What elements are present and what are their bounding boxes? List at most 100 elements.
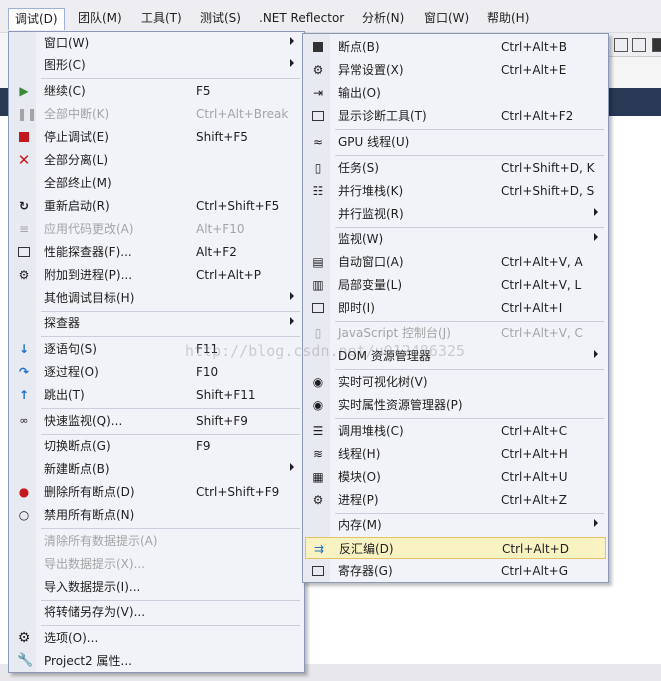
menu-item-label: 附加到进程(P)... (44, 268, 133, 282)
menu-item-options[interactable]: ⚙ 选项(O)... (11, 627, 302, 649)
menu-test[interactable]: 测试(S) (194, 8, 247, 30)
menu-item-live-property-explorer[interactable]: ◉ 实时属性资源管理器(P) (305, 394, 606, 416)
menu-item-processes[interactable]: ⚙ 进程(P) Ctrl+Alt+Z (305, 489, 606, 511)
menu-tools[interactable]: 工具(T) (135, 8, 188, 30)
diagnostic-tools-icon (311, 109, 325, 123)
menu-item-watch[interactable]: 监视(W) (305, 228, 606, 250)
menu-item-disassembly[interactable]: ⇉ 反汇编(D) Ctrl+Alt+D (305, 537, 606, 559)
menu-item-shortcut: Alt+F10 (196, 222, 245, 236)
menu-item-delete-all-breakpoints[interactable]: ● 删除所有断点(D) Ctrl+Shift+F9 (11, 481, 302, 503)
menu-item-step-over[interactable]: ↷ 逐过程(O) F10 (11, 361, 302, 383)
menu-item-break-all[interactable]: ❚❚ 全部中断(K) Ctrl+Alt+Break (11, 103, 302, 125)
menu-item-disable-all-breakpoints[interactable]: ○ 禁用所有断点(N) (11, 504, 302, 526)
menu-item-restart[interactable]: ↻ 重新启动(R) Ctrl+Shift+F5 (11, 195, 302, 217)
menu-item-new-breakpoint[interactable]: 新建断点(B) (11, 458, 302, 480)
menu-item-label: 重新启动(R) (44, 199, 110, 213)
menu-window[interactable]: 窗口(W) (418, 8, 475, 30)
menu-item-attach-to-process[interactable]: ⚙ 附加到进程(P)... Ctrl+Alt+P (11, 264, 302, 286)
menu-analyze[interactable]: 分析(N) (356, 8, 410, 30)
menu-item-modules[interactable]: ▦ 模块(O) Ctrl+Alt+U (305, 466, 606, 488)
menu-item-other-debug-targets[interactable]: 其他调试目标(H) (11, 287, 302, 309)
menu-item-parallel-watch[interactable]: 并行监视(R) (305, 203, 606, 225)
toolbar-icon[interactable] (652, 38, 661, 52)
menu-item-shortcut: Ctrl+Alt+E (501, 63, 567, 77)
menu-debug[interactable]: 调试(D) (8, 8, 65, 30)
menu-item-shortcut: Ctrl+Alt+V, A (501, 255, 583, 269)
toolbar-icon[interactable] (614, 38, 628, 52)
menu-item-shortcut: Ctrl+Alt+P (196, 268, 261, 282)
menu-item-quickwatch[interactable]: ∞ 快速监视(Q)... Shift+F9 (11, 410, 302, 432)
menu-item-output[interactable]: ⇥ 输出(O) (305, 82, 606, 104)
attach-icon: ⚙ (18, 268, 30, 282)
menu-item-memory[interactable]: 内存(M) (305, 514, 606, 536)
menu-item-registers[interactable]: 寄存器(G) Ctrl+Alt+G (305, 560, 606, 582)
menu-item-call-stack[interactable]: ☰ 调用堆栈(C) Ctrl+Alt+C (305, 420, 606, 442)
menu-item-tasks[interactable]: ▯ 任务(S) Ctrl+Shift+D, K (305, 157, 606, 179)
modules-icon: ▦ (312, 470, 324, 484)
menu-item-continue[interactable]: ▶ 继续(C) F5 (11, 80, 302, 102)
menu-item-label: JavaScript 控制台(J) (338, 326, 451, 340)
menu-item-exception-settings[interactable]: ⚙ 异常设置(X) Ctrl+Alt+E (305, 59, 606, 81)
menu-team[interactable]: 团队(M) (72, 8, 128, 30)
menu-item-threads[interactable]: ≋ 线程(H) Ctrl+Alt+H (305, 443, 606, 465)
menu-item-label: 实时属性资源管理器(P) (338, 398, 463, 412)
menu-item-diagnostic-tools[interactable]: 显示诊断工具(T) Ctrl+Alt+F2 (305, 105, 606, 127)
menu-item-label: 即时(I) (338, 301, 375, 315)
menu-item-label: GPU 线程(U) (338, 135, 410, 149)
step-into-icon: ↓ (18, 342, 30, 356)
menu-item-label: 删除所有断点(D) (44, 485, 135, 499)
menu-item-live-visual-tree[interactable]: ◉ 实时可视化树(V) (305, 371, 606, 393)
gpu-threads-icon: ≈ (312, 135, 324, 149)
menu-net-reflector[interactable]: .NET Reflector (253, 8, 350, 30)
menu-item-windows[interactable]: 窗口(W) (11, 32, 302, 54)
watermark: http://blog.csdn.net/u012486325 (185, 342, 465, 360)
menu-item-gpu-threads[interactable]: ≈ GPU 线程(U) (305, 131, 606, 153)
menu-item-project-properties[interactable]: 🔧 Project2 属性... (11, 650, 302, 672)
profiler-icon (17, 245, 31, 259)
menu-help[interactable]: 帮助(H) (481, 8, 535, 30)
menu-item-save-dump-as[interactable]: 将转储另存为(V)... (11, 601, 302, 623)
menu-item-export-datatips[interactable]: 导出数据提示(X)... (11, 553, 302, 575)
menu-item-breakpoints[interactable]: 断点(B) Ctrl+Alt+B (305, 36, 606, 58)
menu-item-apply-code-changes[interactable]: ≡ 应用代码更改(A) Alt+F10 (11, 218, 302, 240)
menu-item-performance-profiler[interactable]: 性能探查器(F)... Alt+F2 (11, 241, 302, 263)
menu-item-graphics[interactable]: 图形(C) (11, 54, 302, 76)
menu-item-locals[interactable]: ▥ 局部变量(L) Ctrl+Alt+V, L (305, 274, 606, 296)
menu-item-clear-all-datatips[interactable]: 清除所有数据提示(A) (11, 530, 302, 552)
menu-item-toggle-breakpoint[interactable]: 切换断点(G) F9 (11, 435, 302, 457)
disable-breakpoints-icon: ○ (18, 508, 30, 522)
menu-item-autos[interactable]: ▤ 自动窗口(A) Ctrl+Alt+V, A (305, 251, 606, 273)
menu-item-detach-all[interactable]: ✕ 全部分离(L) (11, 149, 302, 171)
menu-item-terminate-all[interactable]: 全部终止(M) (11, 172, 302, 194)
menu-item-immediate[interactable]: 即时(I) Ctrl+Alt+I (305, 297, 606, 319)
delete-breakpoints-icon: ● (18, 485, 30, 499)
menu-item-shortcut: Ctrl+Shift+D, S (501, 184, 595, 198)
menu-item-shortcut: Ctrl+Alt+V, L (501, 278, 582, 292)
tasks-icon: ▯ (314, 161, 322, 175)
menu-item-label: 窗口(W) (44, 36, 90, 50)
menu-separator (41, 625, 300, 626)
menu-separator (335, 418, 604, 419)
menu-item-shortcut: Ctrl+Alt+U (501, 470, 568, 484)
menu-item-label: 将转储另存为(V)... (44, 605, 146, 619)
menu-item-import-datatips[interactable]: 导入数据提示(I)... (11, 576, 302, 598)
output-icon: ⇥ (312, 86, 324, 100)
menu-item-label: 断点(B) (338, 40, 380, 54)
menu-item-label: 跳出(T) (44, 388, 85, 402)
menu-item-step-out[interactable]: ↑ 跳出(T) Shift+F11 (11, 384, 302, 406)
menu-item-label: 新建断点(B) (44, 462, 110, 476)
menu-item-javascript-console[interactable]: ▯ JavaScript 控制台(J) Ctrl+Alt+V, C (305, 322, 606, 344)
menu-item-label: 切换断点(G) (44, 439, 111, 453)
menu-item-label: 模块(O) (338, 470, 381, 484)
menu-item-label: 继续(C) (44, 84, 86, 98)
menu-item-stop-debugging[interactable]: 停止调试(E) Shift+F5 (11, 126, 302, 148)
toolbar-strip (608, 33, 661, 57)
menu-item-label: 其他调试目标(H) (44, 291, 135, 305)
parallel-stacks-icon: ☷ (312, 184, 324, 198)
menu-item-label: 自动窗口(A) (338, 255, 404, 269)
menu-item-shortcut: Ctrl+Shift+F9 (196, 485, 280, 499)
submenu-arrow-icon (290, 37, 294, 45)
toolbar-icon[interactable] (632, 38, 646, 52)
menu-item-profiler[interactable]: 探查器 (11, 312, 302, 334)
menu-item-parallel-stacks[interactable]: ☷ 并行堆栈(K) Ctrl+Shift+D, S (305, 180, 606, 202)
